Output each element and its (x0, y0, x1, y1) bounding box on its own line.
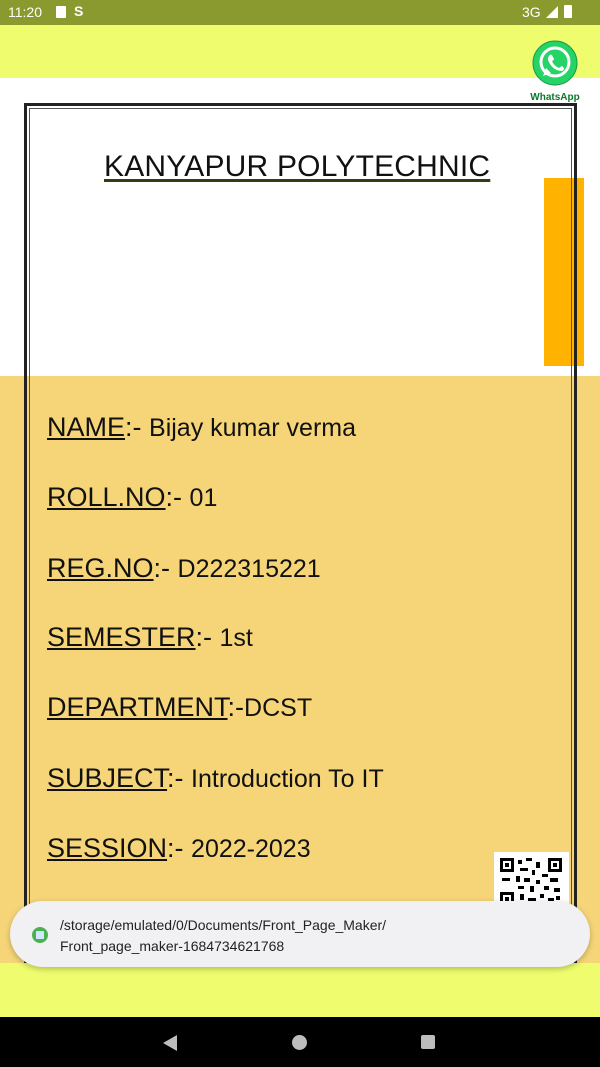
battery-icon (564, 5, 572, 18)
field-label: REG.NO (47, 553, 154, 583)
field-separator: :- (227, 692, 245, 722)
field-separator: :- (167, 763, 192, 793)
field-label: SEMESTER (47, 622, 196, 652)
app-icon (32, 927, 48, 943)
field-department: DEPARTMENT:-DCST (47, 692, 312, 723)
field-label: DEPARTMENT (47, 692, 228, 722)
back-icon[interactable] (163, 1035, 177, 1051)
whatsapp-icon (532, 40, 578, 86)
recents-icon[interactable] (421, 1035, 435, 1049)
field-separator: :- (165, 482, 190, 512)
sd-card-icon (56, 6, 66, 18)
field-label: ROLL.NO (47, 482, 166, 512)
field-roll-no: ROLL.NO:- 01 (47, 482, 217, 513)
s-icon: S (74, 3, 84, 19)
field-label: SESSION (47, 833, 168, 863)
field-separator: :- (167, 833, 192, 863)
whatsapp-share-button[interactable]: WhatsApp (527, 40, 583, 106)
field-value: D222315221 (177, 555, 321, 583)
field-separator: :- (125, 412, 150, 442)
toast-message: /storage/emulated/0/Documents/Front_Page… (60, 915, 386, 957)
field-value: 01 (189, 484, 218, 512)
field-subject: SUBJECT:- Introduction To IT (47, 763, 384, 794)
saved-file-toast: /storage/emulated/0/Documents/Front_Page… (10, 901, 590, 967)
status-bar: 11:20 S 3G (0, 0, 600, 25)
field-value: DCST (244, 694, 313, 722)
home-icon[interactable] (292, 1035, 307, 1050)
navigation-bar (0, 1017, 600, 1067)
field-semester: SEMESTER:- 1st (47, 622, 253, 653)
field-name: NAME:- Bijay kumar verma (47, 412, 356, 443)
field-separator: :- (153, 553, 178, 583)
field-session: SESSION:- 2022-2023 (47, 833, 311, 864)
field-label: SUBJECT (47, 763, 168, 793)
field-value: Bijay kumar verma (149, 414, 357, 442)
field-label: NAME (47, 412, 126, 442)
document-title: KANYAPUR POLYTECHNIC (104, 150, 491, 183)
whatsapp-label: WhatsApp (530, 92, 580, 103)
field-value: Introduction To IT (191, 765, 384, 793)
toast-file-line: Front_page_maker-1684734621768 (60, 938, 285, 954)
network-type: 3G (522, 4, 541, 20)
status-time: 11:20 (8, 4, 42, 20)
top-band (0, 25, 600, 78)
toast-path-line: /storage/emulated/0/Documents/Front_Page… (60, 917, 387, 933)
field-separator: :- (195, 622, 220, 652)
signal-icon (546, 6, 558, 18)
field-value: 1st (219, 624, 253, 652)
field-reg-no: REG.NO:- D222315221 (47, 553, 321, 584)
bottom-band (0, 963, 600, 1017)
field-value: 2022-2023 (191, 835, 311, 863)
